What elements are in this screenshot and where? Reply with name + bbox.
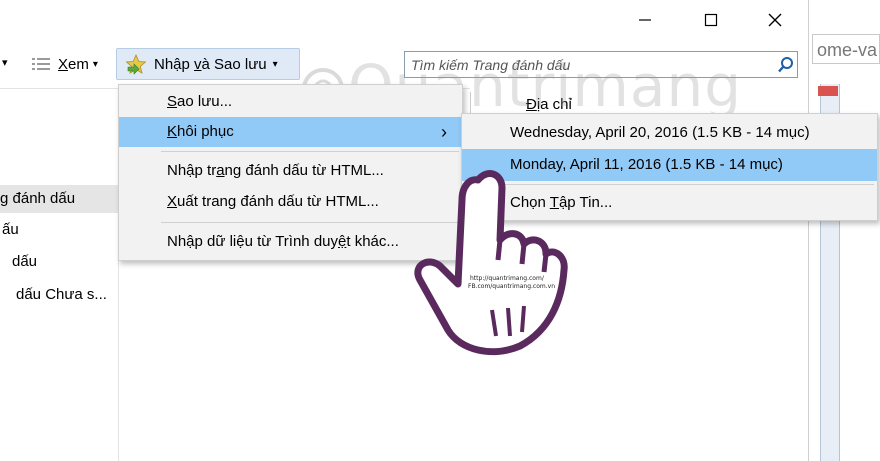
maximize-button[interactable] (688, 0, 734, 40)
close-button[interactable] (752, 0, 798, 40)
import-backup-star-icon (125, 53, 147, 75)
pointing-hand-illustration: http://quantrimang.com/ FB.com/quantrima… (414, 170, 568, 356)
minimize-button[interactable] (622, 0, 668, 40)
folder-tree: g đánh dấu ấu dấu dấu Chưa s... (0, 88, 119, 461)
address-column-header[interactable]: Địa chỉ (526, 96, 572, 113)
menu-separator (161, 151, 459, 152)
submenu-arrow-icon: › (441, 122, 447, 142)
tree-item-label: g đánh dấu (0, 190, 76, 207)
restore-backup-item[interactable]: Wednesday, April 20, 2016 (1.5 KB - 14 m… (462, 117, 877, 149)
view-button-label: Xem (58, 55, 89, 73)
menu-item-backup[interactable]: Sao lưu... (119, 87, 462, 117)
tree-item[interactable]: dấu (0, 248, 118, 276)
background-url-bar: ome-va (812, 34, 880, 64)
list-view-icon (32, 58, 50, 70)
import-backup-button-content[interactable]: Nhập và Sao lưu ▾ (124, 50, 278, 78)
maximize-icon (704, 13, 718, 27)
hand-text-fb: FB.com/quantrimang.com.vn (468, 283, 555, 290)
tree-item[interactable]: ấu (0, 216, 118, 244)
menu-item-restore[interactable]: Khôi phục › (119, 117, 462, 147)
search-icon[interactable] (777, 56, 795, 74)
hand-text-url: http://quantrimang.com/ (470, 275, 545, 282)
view-dropdown-arrow: ▾ (92, 58, 98, 70)
tree-item-label: dấu (12, 253, 38, 270)
import-dropdown-arrow: ▾ (272, 58, 278, 70)
tree-item-label: ấu (2, 221, 19, 238)
background-red-marker (818, 86, 838, 96)
tree-item-label: dấu Chưa s... (16, 286, 107, 303)
close-icon (768, 13, 782, 27)
minimize-icon (639, 19, 651, 21)
tree-item[interactable]: dấu Chưa s... (0, 281, 118, 309)
toolbar-overflow-arrow[interactable]: ▾ (2, 56, 8, 69)
view-button[interactable]: Xem ▾ (32, 50, 98, 78)
search-input[interactable] (411, 52, 761, 77)
background-window (808, 0, 880, 461)
tree-item[interactable]: g đánh dấu (0, 185, 118, 213)
import-backup-label: Nhập và Sao lưu (154, 55, 267, 73)
search-box[interactable] (404, 51, 798, 78)
